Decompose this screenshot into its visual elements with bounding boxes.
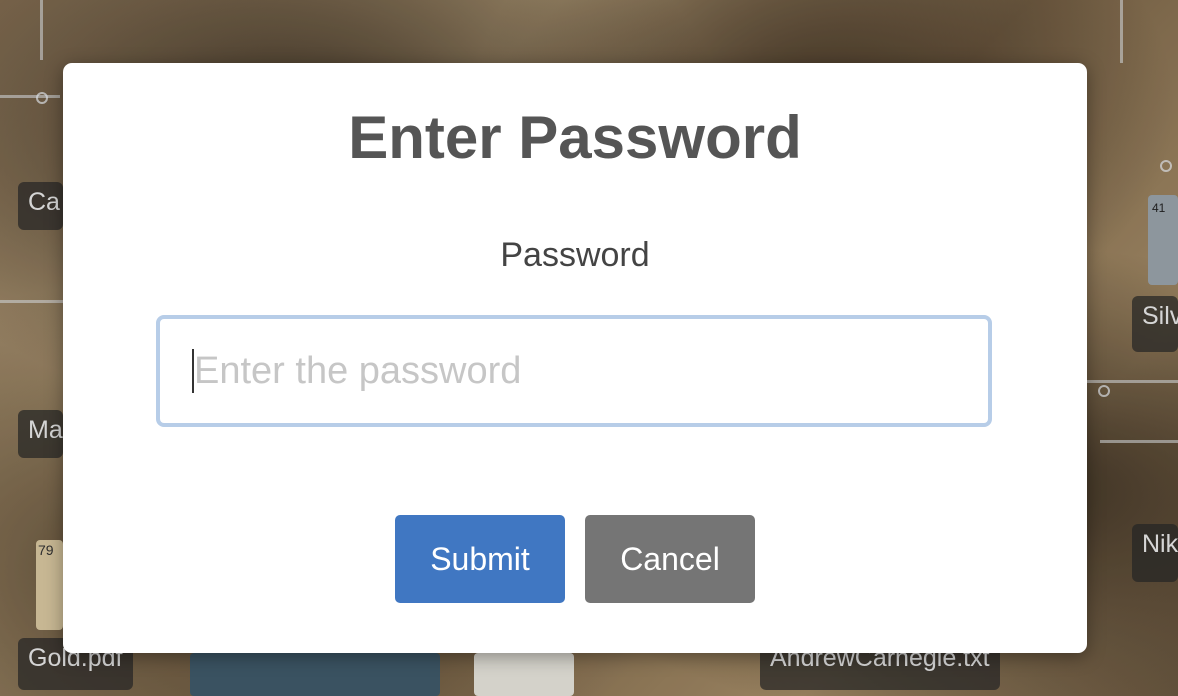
password-label: Password xyxy=(500,236,650,274)
dialog-title: Enter Password xyxy=(348,104,802,171)
password-input[interactable] xyxy=(156,315,992,427)
password-dialog: Enter Password Password Submit Cancel xyxy=(63,63,1087,653)
submit-button[interactable]: Submit xyxy=(395,515,565,603)
text-caret xyxy=(192,349,194,393)
cancel-button[interactable]: Cancel xyxy=(585,515,755,603)
